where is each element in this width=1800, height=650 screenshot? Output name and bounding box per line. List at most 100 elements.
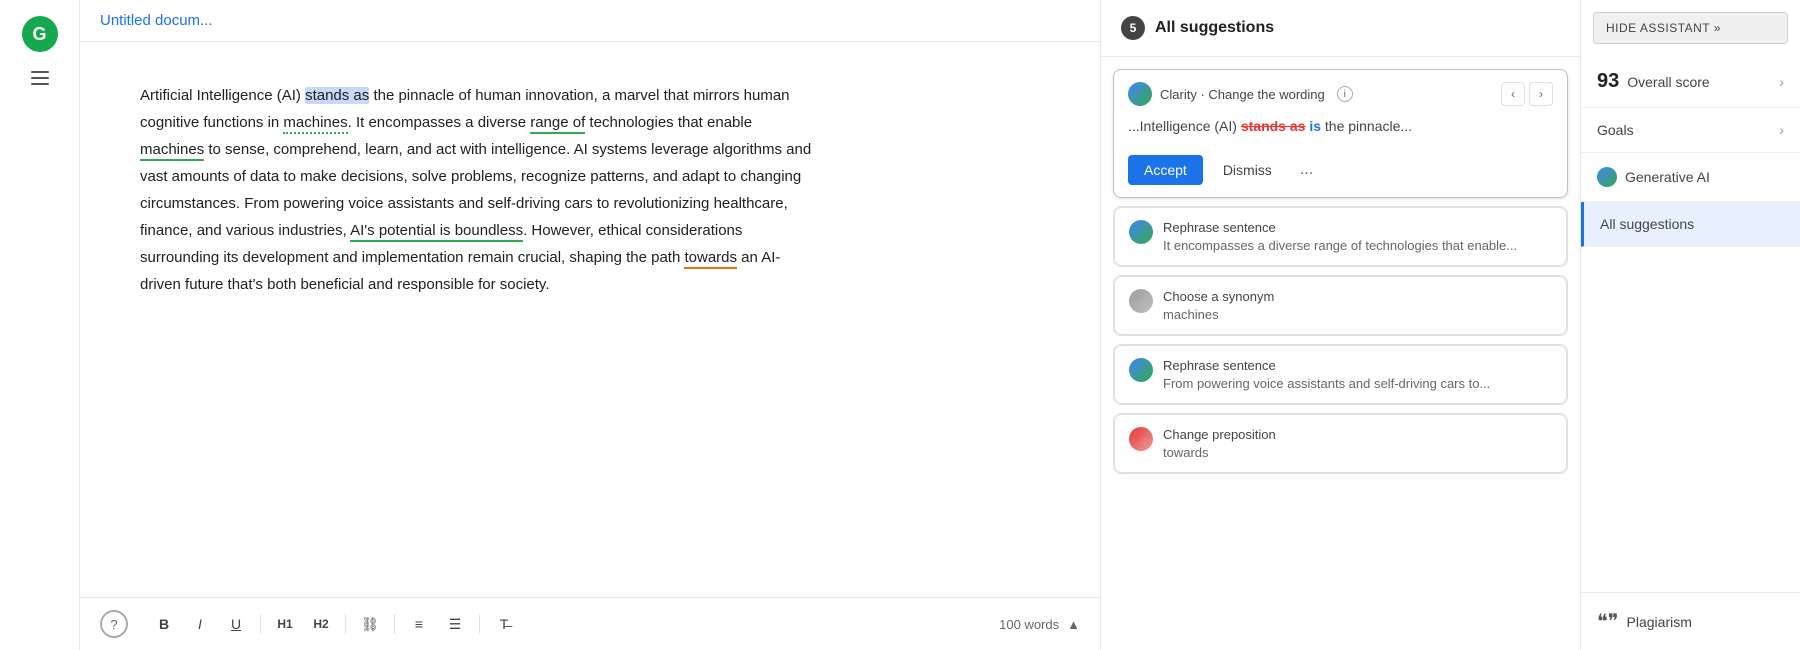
underlined-towards: towards [684, 249, 737, 269]
synonym-icon [1129, 289, 1153, 313]
prev-suggestion-button[interactable]: ‹ [1501, 82, 1525, 106]
hide-assistant-label: HIDE ASSISTANT » [1606, 21, 1721, 35]
rephrase-1-preview: It encompasses a diverse range of techno… [1163, 238, 1552, 253]
clarity-type: Clarity · Change the wording [1160, 87, 1325, 102]
rephrase-1-collapsed[interactable]: Rephrase sentence It encompasses a diver… [1114, 207, 1567, 266]
h2-button[interactable]: H2 [305, 608, 337, 640]
rephrase-1-icon [1129, 220, 1153, 244]
overall-score-label: Overall score [1627, 74, 1779, 90]
clarity-icon [1128, 82, 1152, 106]
goals-chevron-icon: › [1779, 122, 1784, 138]
editor-text: Artificial Intelligence (AI) stands as t… [140, 82, 820, 298]
dismiss-button[interactable]: Dismiss [1211, 155, 1284, 185]
strike-text: stands as [1241, 118, 1306, 134]
preposition-collapsed[interactable]: Change preposition towards [1114, 414, 1567, 473]
underlined-machines-2: machines [140, 141, 204, 161]
bold-button[interactable]: B [148, 608, 180, 640]
hide-assistant-button[interactable]: HIDE ASSISTANT » [1593, 12, 1788, 44]
chevron-right-icon: › [1779, 74, 1784, 90]
link-button[interactable]: ⛓ [354, 608, 386, 640]
suggestion-card-rephrase-1[interactable]: Rephrase sentence It encompasses a diver… [1113, 206, 1568, 267]
more-button[interactable]: ... [1292, 157, 1321, 183]
divider-3 [394, 614, 395, 634]
italic-icon: I [198, 616, 202, 632]
unordered-list-button[interactable]: ☰ [439, 608, 471, 640]
rephrase-2-collapsed[interactable]: Rephrase sentence From powering voice as… [1114, 345, 1567, 404]
overall-score-item[interactable]: 93 Overall score › [1581, 56, 1800, 108]
suggestions-panel: 5 All suggestions Cl [1100, 0, 1580, 650]
underlined-potential: AI's potential is boundless [350, 222, 523, 242]
synonym-type: Choose a synonym [1163, 289, 1552, 304]
replace-text: is [1309, 118, 1321, 134]
underline-icon: U [231, 616, 241, 632]
document-title[interactable]: Untitled docum... [100, 12, 213, 29]
rephrase-2-content: Rephrase sentence From powering voice as… [1163, 358, 1552, 391]
suggestions-list: Clarity · Change the wording i ‹ › ...In… [1101, 57, 1580, 650]
clarity-body: ...Intelligence (AI) stands as is the pi… [1114, 112, 1567, 147]
word-count: 100 words [999, 617, 1059, 632]
suggestions-title: All suggestions [1155, 19, 1274, 37]
menu-button[interactable] [22, 60, 58, 96]
logo-button[interactable]: G [22, 16, 58, 52]
suggestion-card-clarity: Clarity · Change the wording i ‹ › ...In… [1113, 69, 1568, 198]
all-suggestions-item[interactable]: All suggestions [1581, 202, 1800, 247]
generative-ai-icon [1597, 167, 1617, 187]
unordered-list-icon: ☰ [449, 616, 462, 633]
synonym-collapsed[interactable]: Choose a synonym machines [1114, 276, 1567, 335]
suggestion-actions: Accept Dismiss ... [1114, 147, 1567, 197]
goals-label: Goals [1597, 122, 1779, 138]
preposition-content: Change preposition towards [1163, 427, 1552, 460]
underline-button[interactable]: U [220, 608, 252, 640]
suggestion-card-synonym[interactable]: Choose a synonym machines [1113, 275, 1568, 336]
word-count-arrow: ▲ [1067, 617, 1080, 632]
preposition-icon [1129, 427, 1153, 451]
h1-button[interactable]: H1 [269, 608, 301, 640]
right-panel-items: 93 Overall score › Goals › Generative AI… [1581, 56, 1800, 247]
rephrase-2-type: Rephrase sentence [1163, 358, 1552, 373]
divider-2 [345, 614, 346, 634]
editor[interactable]: Artificial Intelligence (AI) stands as t… [80, 42, 880, 597]
editor-wrapper: Artificial Intelligence (AI) stands as t… [80, 42, 1100, 597]
all-suggestions-label: All suggestions [1600, 216, 1784, 232]
italic-button[interactable]: I [184, 608, 216, 640]
suggestions-header: 5 All suggestions [1101, 0, 1580, 57]
main-content: Untitled docum... Artificial Intelligenc… [80, 0, 1100, 650]
help-button[interactable]: ? [100, 610, 128, 638]
plagiarism-icon: ❝❞ [1597, 609, 1619, 634]
header: Untitled docum... [80, 0, 1100, 42]
bold-icon: B [159, 616, 169, 632]
accept-button[interactable]: Accept [1128, 155, 1203, 185]
plagiarism-section[interactable]: ❝❞ Plagiarism [1581, 592, 1800, 650]
underlined-range: range of [530, 114, 585, 134]
h1-icon: H1 [277, 617, 292, 631]
info-icon[interactable]: i [1337, 86, 1353, 102]
clear-icon: T̶ [500, 616, 509, 632]
next-suggestion-button[interactable]: › [1529, 82, 1553, 106]
rephrase-2-preview: From powering voice assistants and self-… [1163, 376, 1552, 391]
synonym-content: Choose a synonym machines [1163, 289, 1552, 322]
generative-ai-item[interactable]: Generative AI [1581, 153, 1800, 202]
synonym-preview: machines [1163, 307, 1552, 322]
logo-letter: G [32, 24, 46, 45]
goals-item[interactable]: Goals › [1581, 108, 1800, 153]
hamburger-icon [31, 71, 49, 85]
bottom-toolbar: ? B I U H1 H2 ⛓ ≡ ☰ T̶ 100 words [80, 597, 1100, 650]
ordered-list-button[interactable]: ≡ [403, 608, 435, 640]
score-number: 93 [1597, 70, 1619, 93]
suggestion-card-preposition[interactable]: Change preposition towards [1113, 413, 1568, 474]
link-icon: ⛓ [361, 616, 379, 633]
ordered-list-icon: ≡ [415, 616, 423, 632]
preposition-type: Change preposition [1163, 427, 1552, 442]
rephrase-2-icon [1129, 358, 1153, 382]
generative-ai-label: Generative AI [1625, 169, 1784, 185]
clear-format-button[interactable]: T̶ [488, 608, 520, 640]
rephrase-1-content: Rephrase sentence It encompasses a diver… [1163, 220, 1552, 253]
highlighted-text: stands as [305, 87, 369, 104]
suggestion-nav: ‹ › [1501, 82, 1553, 106]
suggestion-card-rephrase-2[interactable]: Rephrase sentence From powering voice as… [1113, 344, 1568, 405]
left-toolbar: G [0, 0, 80, 650]
right-panel: HIDE ASSISTANT » 93 Overall score › Goal… [1580, 0, 1800, 650]
plagiarism-label: Plagiarism [1627, 614, 1692, 630]
h2-icon: H2 [313, 617, 328, 631]
suggestions-badge: 5 [1121, 16, 1145, 40]
